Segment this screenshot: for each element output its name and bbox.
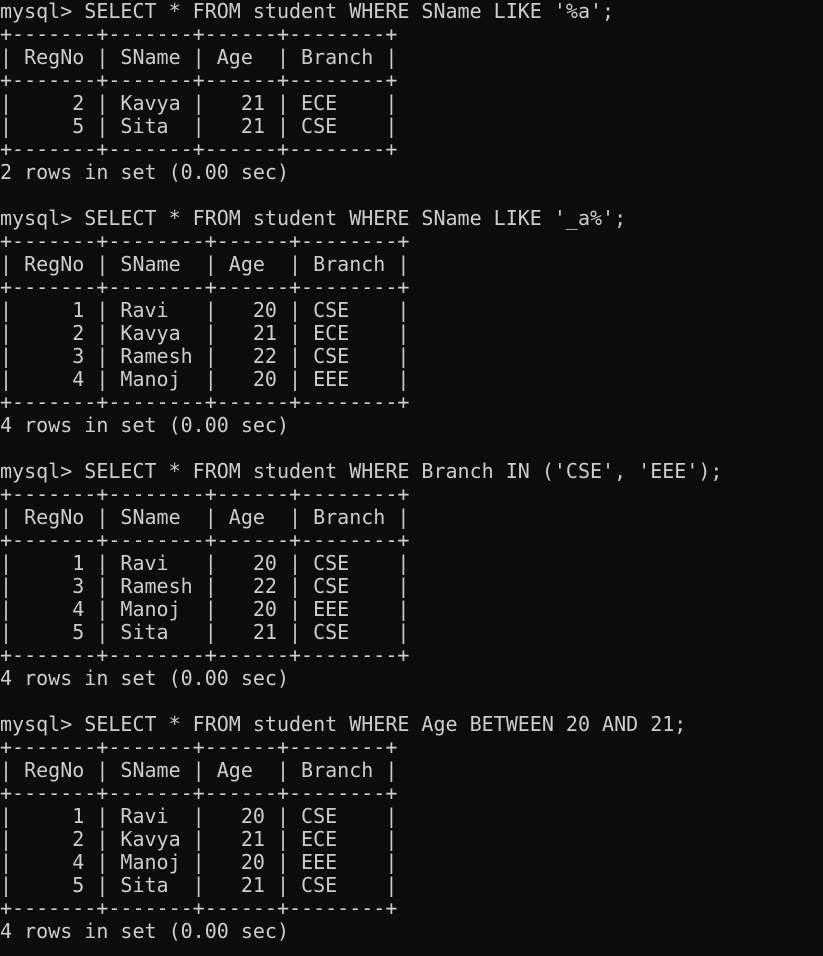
- table-row: | 4 | Manoj | 20 | EEE |: [0, 368, 410, 391]
- table-border: +-------+--------+------+--------+: [0, 276, 410, 299]
- command-line: mysql> SELECT * FROM student WHERE SName…: [0, 0, 615, 23]
- result-summary: 4 rows in set (0.00 sec): [0, 414, 289, 437]
- table-header-row: | RegNo | SName | Age | Branch |: [0, 506, 410, 529]
- table-row: | 4 | Manoj | 20 | EEE |: [0, 598, 410, 621]
- table-row: | 2 | Kavya | 21 | ECE |: [0, 828, 398, 851]
- table-row: | 1 | Ravi | 20 | CSE |: [0, 805, 398, 828]
- table-row: | 2 | Kavya | 21 | ECE |: [0, 322, 410, 345]
- command-line: mysql> SELECT * FROM student WHERE Branc…: [0, 460, 723, 483]
- result-summary: 2 rows in set (0.00 sec): [0, 161, 289, 184]
- table-border: +-------+-------+------+--------+: [0, 897, 398, 920]
- table-row: | 5 | Sita | 21 | CSE |: [0, 874, 398, 897]
- table-border: +-------+-------+------+--------+: [0, 736, 398, 759]
- result-summary: 4 rows in set (0.00 sec): [0, 920, 289, 943]
- table-border: +-------+-------+------+--------+: [0, 23, 398, 46]
- command-line: mysql> SELECT * FROM student WHERE SName…: [0, 207, 627, 230]
- table-border: +-------+--------+------+--------+: [0, 391, 410, 414]
- terminal-window[interactable]: mysql> SELECT * FROM student WHERE SName…: [0, 0, 823, 956]
- table-border: +-------+--------+------+--------+: [0, 483, 410, 506]
- table-border: +-------+--------+------+--------+: [0, 230, 410, 253]
- table-row: | 5 | Sita | 21 | CSE |: [0, 621, 410, 644]
- table-row: | 2 | Kavya | 21 | ECE |: [0, 92, 398, 115]
- table-border: +-------+-------+------+--------+: [0, 69, 398, 92]
- table-header-row: | RegNo | SName | Age | Branch |: [0, 46, 398, 69]
- table-row: | 1 | Ravi | 20 | CSE |: [0, 552, 410, 575]
- table-header-row: | RegNo | SName | Age | Branch |: [0, 759, 398, 782]
- table-border: +-------+--------+------+--------+: [0, 529, 410, 552]
- table-row: | 3 | Ramesh | 22 | CSE |: [0, 575, 410, 598]
- table-row: | 5 | Sita | 21 | CSE |: [0, 115, 398, 138]
- table-header-row: | RegNo | SName | Age | Branch |: [0, 253, 410, 276]
- result-summary: 4 rows in set (0.00 sec): [0, 667, 289, 690]
- table-row: | 1 | Ravi | 20 | CSE |: [0, 299, 410, 322]
- table-row: | 3 | Ramesh | 22 | CSE |: [0, 345, 410, 368]
- command-line: mysql> SELECT * FROM student WHERE Age B…: [0, 713, 687, 736]
- table-border: +-------+-------+------+--------+: [0, 782, 398, 805]
- table-row: | 4 | Manoj | 20 | EEE |: [0, 851, 398, 874]
- table-border: +-------+--------+------+--------+: [0, 644, 410, 667]
- table-border: +-------+-------+------+--------+: [0, 138, 398, 161]
